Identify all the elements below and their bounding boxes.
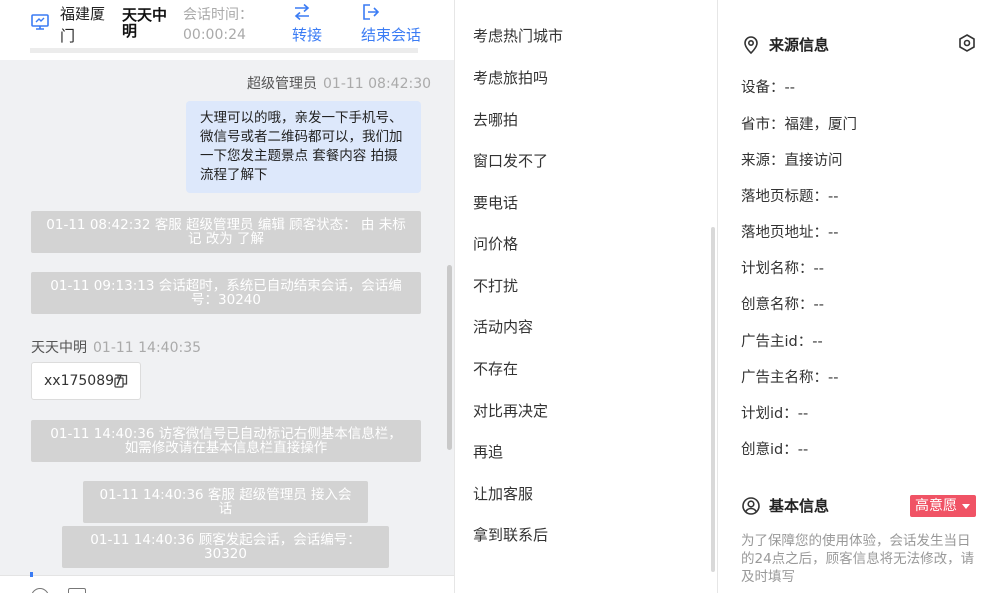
session-time-value: 00:00:24	[183, 27, 246, 43]
info-row-source: 来源：直接访问	[741, 153, 843, 169]
info-row-landing-url: 落地页地址：--	[741, 225, 839, 241]
tag-item[interactable]: 不存在	[473, 358, 518, 379]
monitor-icon	[31, 14, 49, 30]
header-divider	[30, 48, 418, 53]
basic-info-title: 基本信息	[741, 495, 829, 516]
visitor-message-bubble[interactable]: xx1750897	[31, 362, 141, 400]
source-info-label: 来源信息	[769, 36, 830, 54]
tag-list-scrollbar[interactable]	[711, 227, 715, 572]
input-focus-mark	[30, 572, 33, 577]
info-panel: 来源信息 设备：-- 省市：福建，厦门 来源：直接访问 落地页标题：-- 落地页…	[719, 0, 997, 593]
tag-item[interactable]: 要电话	[473, 192, 518, 213]
emoji-icon[interactable]	[31, 588, 49, 593]
tag-item[interactable]: 考虑热门城市	[473, 25, 563, 46]
tag-item[interactable]: 拿到联系后	[473, 524, 548, 545]
tag-item[interactable]: 让加客服	[473, 483, 533, 504]
hexagon-settings-icon[interactable]	[957, 33, 977, 53]
info-row-creative-name: 创意名称：--	[741, 297, 824, 313]
tag-item[interactable]: 活动内容	[473, 316, 533, 337]
quick-tag-list: 考虑热门城市 考虑旅拍吗 去哪拍 窗口发不了 要电话 问价格 不打扰 活动内容 …	[455, 0, 718, 593]
end-session-label: 结束会话	[361, 26, 422, 44]
info-row-landing-title: 落地页标题：--	[741, 189, 839, 205]
swap-arrows-icon	[294, 3, 310, 21]
tag-item[interactable]: 对比再决定	[473, 400, 548, 421]
agent-message-time: 01-11 08:42:30	[323, 76, 432, 92]
system-message: 01-11 14:40:36 顾客发起会话，会话编号：30320	[62, 526, 389, 568]
visitor-message-text: xx1750897	[44, 373, 123, 389]
system-message: 01-11 14:40:36 客服 超级管理员 接入会话	[83, 481, 368, 523]
message-list[interactable]: 超级管理员 01-11 08:42:30 大理可以的哦，亲发一下手机号、微信号或者…	[0, 60, 454, 575]
logout-icon	[363, 4, 380, 20]
tag-item[interactable]: 窗口发不了	[473, 150, 548, 171]
tag-item[interactable]: 不打扰	[473, 275, 518, 296]
tag-item[interactable]: 去哪拍	[473, 109, 518, 130]
info-row-device: 设备：--	[741, 80, 795, 96]
intent-level-dropdown[interactable]: 高意愿	[910, 495, 976, 517]
system-message: 01-11 09:13:13 会话超时，系统已自动结束会话，会话编号：30240	[31, 272, 421, 314]
tag-item[interactable]: 问价格	[473, 233, 518, 254]
session-time-label: 会话时间：	[183, 7, 253, 23]
visitor-name: 天天中明	[122, 6, 168, 40]
user-circle-icon	[742, 496, 760, 515]
map-pin-icon	[744, 35, 758, 54]
system-message: 01-11 08:42:32 客服 超级管理员 编辑 顾客状态： 由 未标记 改…	[31, 211, 421, 253]
edit-deadline-notice: 为了保障您的使用体验，会话发生当日的24点之后，顾客信息将无法修改，请及时填写	[741, 533, 975, 585]
agent-sender: 超级管理员	[247, 76, 317, 92]
info-row-advertiser-name: 广告主名称：--	[741, 370, 839, 386]
visitor-message-meta: 天天中明 01-11 14:40:35	[31, 337, 201, 357]
chat-panel: 福建厦门 天天中明 会话时间： 00:00:24 转接 结束会话 超级管理员 01…	[0, 0, 455, 593]
visitor-message-time: 01-11 14:40:35	[93, 340, 202, 356]
copy-icon[interactable]	[114, 374, 128, 388]
caret-down-icon	[962, 504, 970, 509]
basic-info-label: 基本信息	[769, 497, 830, 515]
info-row-creative-id: 创意id：--	[741, 442, 809, 458]
chat-input-toolbar	[0, 572, 454, 593]
info-row-plan-id: 计划id：--	[741, 406, 809, 422]
chat-scrollbar[interactable]	[447, 265, 452, 450]
image-icon[interactable]	[68, 588, 86, 593]
transfer-label: 转接	[292, 26, 323, 44]
intent-level-value: 高意愿	[915, 498, 957, 514]
end-session-button[interactable]: 结束会话	[361, 2, 421, 45]
info-row-region: 省市：福建，厦门	[741, 117, 857, 133]
agent-message-meta: 超级管理员 01-11 08:42:30	[247, 73, 431, 93]
tag-item[interactable]: 再追	[473, 441, 503, 462]
transfer-button[interactable]: 转接	[292, 2, 322, 45]
source-info-title: 来源信息	[741, 34, 829, 55]
chat-header: 福建厦门 天天中明 会话时间： 00:00:24 转接 结束会话	[0, 0, 454, 60]
agent-message-bubble: 大理可以的哦，亲发一下手机号、微信号或者二维码都可以，我们加一下您发主题景点 套…	[186, 101, 421, 193]
visitor-location: 福建厦门	[60, 5, 106, 45]
info-row-advertiser-id: 广告主id：--	[741, 334, 823, 350]
visitor-sender: 天天中明	[31, 340, 87, 356]
tag-item[interactable]: 考虑旅拍吗	[473, 67, 548, 88]
system-message: 01-11 14:40:36 访客微信号已自动标记右侧基本信息栏，如需修改请在基…	[31, 420, 421, 462]
info-row-plan-name: 计划名称：--	[741, 261, 824, 277]
